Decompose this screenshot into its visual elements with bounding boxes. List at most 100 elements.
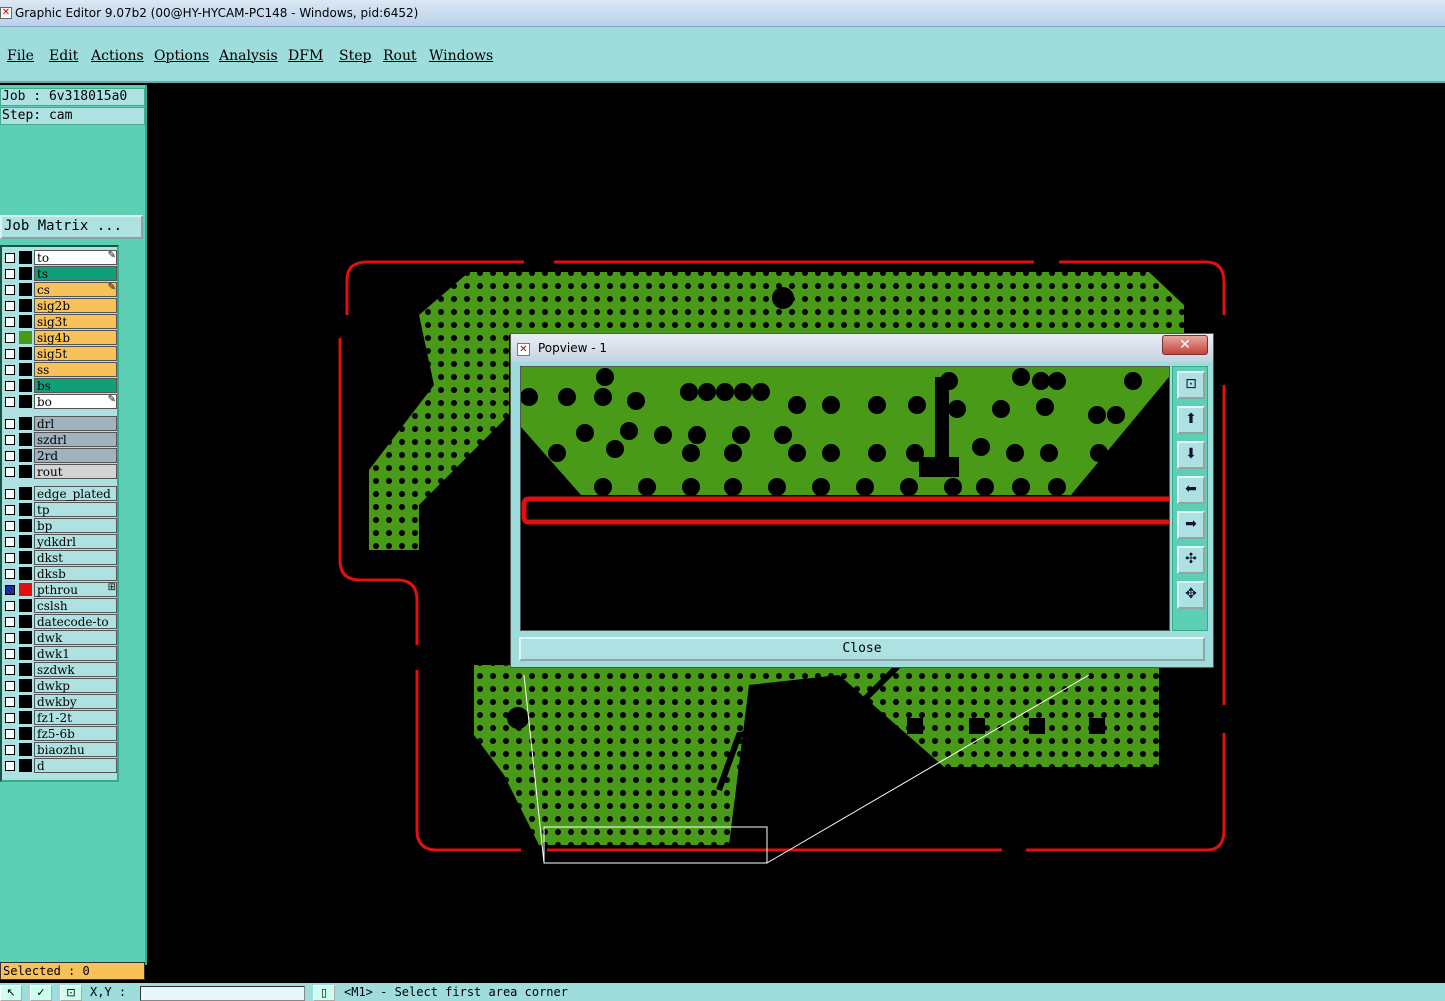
layer-row-dkst[interactable]: dkst [2, 550, 119, 565]
layer-row-bo[interactable]: bo ✎ [2, 394, 119, 409]
layer-checkbox[interactable] [5, 397, 15, 407]
layer-row-ydkdrl[interactable]: ydkdrl [2, 534, 119, 549]
layer-color-swatch[interactable] [19, 331, 32, 344]
layer-checkbox[interactable] [5, 681, 15, 691]
layer-name[interactable]: dwkp [34, 678, 117, 693]
layer-color-swatch[interactable] [19, 743, 32, 756]
layer-color-swatch[interactable] [19, 283, 32, 296]
layer-checkbox[interactable] [5, 253, 15, 263]
layer-row-dwkp[interactable]: dwkp [2, 678, 119, 693]
close-window-button[interactable]: ✕ [1162, 335, 1208, 355]
layer-color-swatch[interactable] [19, 759, 32, 772]
layer-checkbox[interactable] [5, 569, 15, 579]
layer-checkbox[interactable] [5, 745, 15, 755]
layer-name[interactable]: sig5t [34, 346, 117, 361]
layer-color-swatch[interactable] [19, 679, 32, 692]
popview-titlebar[interactable]: ✕ Popview - 1 ✕ [511, 334, 1213, 362]
layer-checkbox[interactable] [5, 553, 15, 563]
layer-color-swatch[interactable] [19, 695, 32, 708]
layer-checkbox[interactable] [5, 521, 15, 531]
layer-checkbox[interactable] [5, 333, 15, 343]
pan-up-icon[interactable]: ⬆ [1177, 406, 1205, 434]
layer-color-swatch[interactable] [19, 267, 32, 280]
layer-name[interactable]: edge_plated [34, 486, 117, 501]
layer-color-swatch[interactable] [19, 503, 32, 516]
pan-right-icon[interactable]: ➡ [1177, 511, 1205, 539]
layer-color-swatch[interactable] [19, 487, 32, 500]
pointer-icon[interactable]: ↖ [0, 985, 22, 1001]
layer-color-swatch[interactable] [19, 395, 32, 408]
menu-actions[interactable]: Actions [91, 48, 144, 64]
popview-close-button[interactable]: Close [519, 637, 1205, 661]
layer-color-swatch[interactable] [19, 449, 32, 462]
layer-checkbox[interactable] [5, 537, 15, 547]
layer-checkbox[interactable] [5, 467, 15, 477]
layer-name[interactable]: ss [34, 362, 117, 377]
layer-checkbox[interactable] [5, 633, 15, 643]
layer-name[interactable]: dksb [34, 566, 117, 581]
layer-row-dwk[interactable]: dwk [2, 630, 119, 645]
xy-field[interactable] [140, 986, 305, 1001]
layer-row-pthrou[interactable]: pthrou ⊞ [2, 582, 119, 597]
layer-name[interactable]: fz5-6b [34, 726, 117, 741]
layer-name[interactable]: sig2b [34, 298, 117, 313]
layer-row-datecode-to[interactable]: datecode-to [2, 614, 119, 629]
layer-color-swatch[interactable] [19, 433, 32, 446]
layer-name[interactable]: dwk [34, 630, 117, 645]
layer-name[interactable]: biaozhu [34, 742, 117, 757]
layer-name[interactable]: pthrou [34, 582, 117, 597]
layer-name[interactable]: d [34, 758, 117, 773]
layer-color-swatch[interactable] [19, 251, 32, 264]
menu-edit[interactable]: Edit [49, 48, 78, 64]
layer-row-dksb[interactable]: dksb [2, 566, 119, 581]
layer-name[interactable]: cs [34, 282, 117, 297]
layer-checkbox[interactable] [5, 713, 15, 723]
layer-color-swatch[interactable] [19, 551, 32, 564]
layer-name[interactable]: sig4b [34, 330, 117, 345]
layer-color-swatch[interactable] [19, 615, 32, 628]
layer-row-bp[interactable]: bp [2, 518, 119, 533]
layer-name[interactable]: ydkdrl [34, 534, 117, 549]
layer-name[interactable]: bp [34, 518, 117, 533]
layer-name[interactable]: 2rd [34, 448, 117, 463]
layer-row-szdrl[interactable]: szdrl [2, 432, 119, 447]
layer-color-swatch[interactable] [19, 315, 32, 328]
layer-row-drl[interactable]: drl [2, 416, 119, 431]
mouse-icon[interactable]: ▯ [313, 985, 335, 1001]
layer-checkbox[interactable] [5, 601, 15, 611]
layer-name[interactable]: dwk1 [34, 646, 117, 661]
layer-color-swatch[interactable] [19, 299, 32, 312]
layer-row-edge_plated[interactable]: edge_plated [2, 486, 119, 501]
layer-color-swatch[interactable] [19, 663, 32, 676]
layer-row-cslsh[interactable]: cslsh [2, 598, 119, 613]
layer-row-2rd[interactable]: 2rd [2, 448, 119, 463]
check-icon[interactable]: ✓ [30, 985, 52, 1001]
layer-row-tp[interactable]: tp [2, 502, 119, 517]
layer-color-swatch[interactable] [19, 465, 32, 478]
layer-checkbox[interactable] [5, 665, 15, 675]
layer-checkbox[interactable] [5, 349, 15, 359]
layer-checkbox[interactable] [5, 317, 15, 327]
layer-checkbox[interactable] [5, 451, 15, 461]
layer-name[interactable]: fz1-2t [34, 710, 117, 725]
layer-row-sig2b[interactable]: sig2b [2, 298, 119, 313]
layer-row-rout[interactable]: rout [2, 464, 119, 479]
layer-row-biaozhu[interactable]: biaozhu [2, 742, 119, 757]
layer-row-d[interactable]: d [2, 758, 119, 773]
layer-row-ss[interactable]: ss [2, 362, 119, 377]
layer-name[interactable]: bs [34, 378, 117, 393]
layer-color-swatch[interactable] [19, 583, 32, 596]
layer-row-sig5t[interactable]: sig5t [2, 346, 119, 361]
layer-color-swatch[interactable] [19, 363, 32, 376]
layer-row-bs[interactable]: bs [2, 378, 119, 393]
menu-file[interactable]: File [7, 48, 34, 64]
layer-checkbox[interactable] [5, 585, 15, 595]
menu-step[interactable]: Step [339, 48, 371, 64]
layer-color-swatch[interactable] [19, 567, 32, 580]
layer-checkbox[interactable] [5, 381, 15, 391]
layer-color-swatch[interactable] [19, 347, 32, 360]
layer-row-sig3t[interactable]: sig3t [2, 314, 119, 329]
menu-dfm[interactable]: DFM [288, 48, 323, 64]
menu-analysis[interactable]: Analysis [219, 48, 278, 64]
pan-left-icon[interactable]: ⬅ [1177, 476, 1205, 504]
